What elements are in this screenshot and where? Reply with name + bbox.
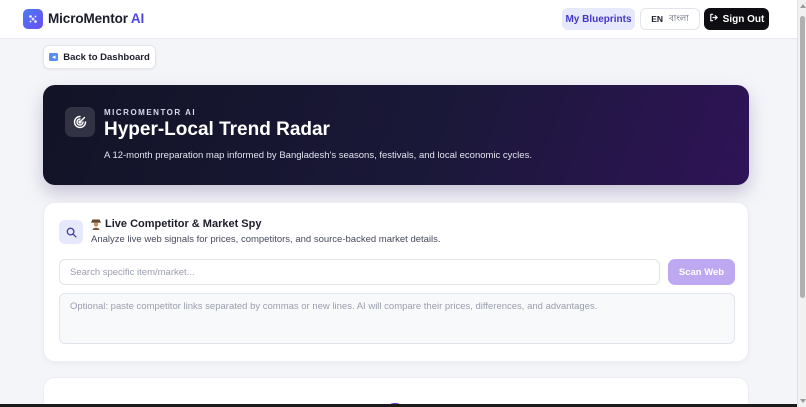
page-title: Hyper-Local Trend Radar	[104, 119, 330, 140]
market-search-input[interactable]	[59, 259, 660, 285]
top-navbar: MicroMentor AI My Blueprints EN বাংলা Sig…	[0, 0, 797, 39]
back-to-dashboard-button[interactable]: ◂ Back to Dashboard	[43, 45, 156, 69]
detective-icon	[91, 219, 101, 230]
sign-out-label: Sign Out	[722, 13, 765, 25]
competitor-spy-card: Live Competitor & Market Spy Analyze liv…	[43, 202, 749, 362]
sign-out-icon	[709, 13, 718, 25]
hero-banner: MICROMENTOR AI Hyper-Local Trend Radar A…	[43, 85, 749, 185]
brand-title: MicroMentor	[48, 11, 128, 26]
back-label: Back to Dashboard	[63, 51, 150, 63]
scrollbar-thumb[interactable]	[800, 16, 805, 298]
my-blueprints-button[interactable]: My Blueprints	[562, 8, 635, 30]
lang-option-en[interactable]: EN	[651, 14, 663, 24]
back-arrow-icon: ◂	[49, 53, 59, 61]
spy-title: Live Competitor & Market Spy	[91, 218, 261, 230]
language-toggle[interactable]: EN বাংলা	[640, 8, 700, 30]
vertical-scrollbar[interactable]	[797, 0, 806, 407]
brand-name[interactable]: MicroMentor AI	[48, 11, 144, 26]
search-icon	[59, 220, 83, 244]
next-section-card	[43, 377, 749, 407]
scroll-up-icon[interactable]	[800, 4, 806, 8]
lang-option-bn[interactable]: বাংলা	[669, 12, 689, 26]
hero-subtitle: A 12-month preparation map informed by B…	[104, 150, 532, 161]
scroll-down-icon[interactable]	[800, 399, 806, 403]
competitor-links-field[interactable]	[59, 293, 735, 344]
hero-eyebrow: MICROMENTOR AI	[104, 108, 197, 117]
brand-suffix: AI	[130, 11, 145, 26]
sign-out-button[interactable]: Sign Out	[704, 8, 769, 30]
radar-icon	[65, 107, 95, 137]
spy-subtitle: Analyze live web signals for prices, com…	[91, 234, 441, 245]
spy-title-text: Live Competitor & Market Spy	[105, 218, 262, 230]
scan-web-button[interactable]: Scan Web	[668, 259, 735, 285]
sparkle-icon[interactable]	[23, 9, 43, 29]
